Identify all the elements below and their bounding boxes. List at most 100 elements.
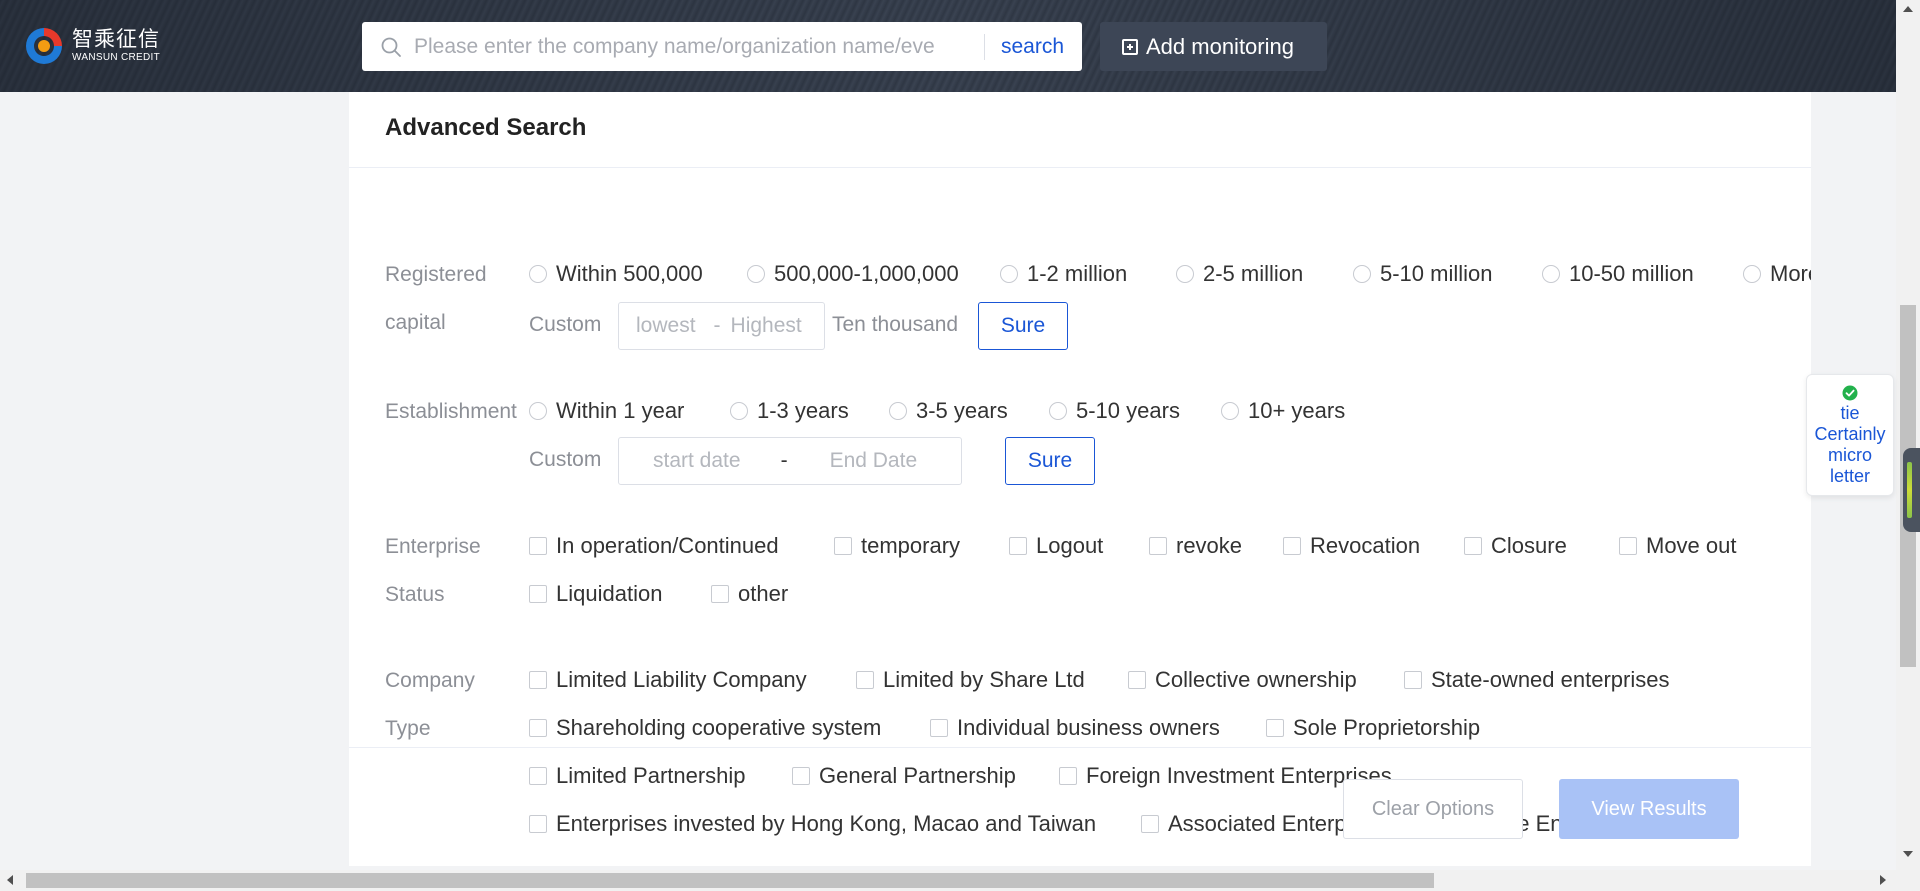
status-option-move-out[interactable]: Move out xyxy=(1619,533,1737,559)
status-option-logout[interactable]: Logout xyxy=(1009,533,1103,559)
establishment-label: Establishment xyxy=(385,400,517,423)
date-range-picker[interactable]: start date - End Date xyxy=(618,437,962,485)
capital-option-500k-1m[interactable]: 500,000-1,000,000 xyxy=(747,261,959,287)
scroll-down-arrow-icon[interactable] xyxy=(1903,851,1913,857)
type-option-llc[interactable]: Limited Liability Company xyxy=(529,667,807,693)
start-date-input[interactable]: start date xyxy=(653,449,741,473)
type-option-collective[interactable]: Collective ownership xyxy=(1128,667,1357,693)
checkbox[interactable] xyxy=(1059,767,1077,785)
establishment-option-within-1y[interactable]: Within 1 year xyxy=(529,398,684,424)
checkbox[interactable] xyxy=(529,767,547,785)
status-option-other[interactable]: other xyxy=(711,581,788,607)
filter-content[interactable]: Registered capital Within 500,000 500,00… xyxy=(349,168,1811,838)
scroll-right-arrow-icon[interactable] xyxy=(1880,875,1886,885)
checkbox[interactable] xyxy=(1266,719,1284,737)
type-option-hk-macao-taiwan[interactable]: Enterprises invested by Hong Kong, Macao… xyxy=(529,811,1096,837)
radio-circle[interactable] xyxy=(1353,265,1371,283)
radio-circle[interactable] xyxy=(1221,402,1239,420)
radio-circle[interactable] xyxy=(529,402,547,420)
radio-circle[interactable] xyxy=(747,265,765,283)
checkbox[interactable] xyxy=(1464,537,1482,555)
checkbox[interactable] xyxy=(1283,537,1301,555)
establishment-sure-button[interactable]: Sure xyxy=(1005,437,1095,485)
checkbox[interactable] xyxy=(1128,671,1146,689)
checkbox[interactable] xyxy=(529,537,547,555)
checkbox[interactable] xyxy=(856,671,874,689)
capital-option-10-50m[interactable]: 10-50 million xyxy=(1542,261,1694,287)
company-type-label-2: Type xyxy=(385,717,431,740)
type-option-shareholding-coop[interactable]: Shareholding cooperative system xyxy=(529,715,881,741)
checkbox[interactable] xyxy=(529,585,547,603)
type-option-sole-proprietorship[interactable]: Sole Proprietorship xyxy=(1266,715,1480,741)
capital-lowest-input[interactable]: lowest xyxy=(636,314,696,338)
radio-circle[interactable] xyxy=(1743,265,1761,283)
checkbox[interactable] xyxy=(1619,537,1637,555)
capital-highest-input[interactable]: Highest xyxy=(731,314,802,338)
checkbox[interactable] xyxy=(1404,671,1422,689)
end-date-input[interactable]: End Date xyxy=(830,449,918,473)
type-option-limited-partnership[interactable]: Limited Partnership xyxy=(529,763,746,789)
capital-option-1-2m[interactable]: 1-2 million xyxy=(1000,261,1127,287)
logo[interactable]: 智乘征信 WANSUN CREDIT xyxy=(22,24,160,68)
establishment-option-10plus-y[interactable]: 10+ years xyxy=(1221,398,1345,424)
checkbox[interactable] xyxy=(1149,537,1167,555)
radio-circle[interactable] xyxy=(889,402,907,420)
capital-range-dash: - xyxy=(713,314,721,337)
status-option-liquidation[interactable]: Liquidation xyxy=(529,581,662,607)
type-option-limited-by-share[interactable]: Limited by Share Ltd xyxy=(856,667,1085,693)
side-drawer-handle[interactable] xyxy=(1903,448,1920,532)
horizontal-scrollbar[interactable] xyxy=(0,870,1920,891)
checkbox[interactable] xyxy=(529,719,547,737)
logo-name-en: WANSUN CREDIT xyxy=(72,52,160,63)
type-option-state-owned[interactable]: State-owned enterprises xyxy=(1404,667,1669,693)
scroll-up-arrow-icon[interactable] xyxy=(1903,6,1913,12)
status-option-closure[interactable]: Closure xyxy=(1464,533,1567,559)
radio-circle[interactable] xyxy=(1176,265,1194,283)
search-button[interactable]: search xyxy=(985,35,1082,59)
status-option-in-operation[interactable]: In operation/Continued xyxy=(529,533,779,559)
capital-range-input[interactable]: lowest - Highest xyxy=(618,302,825,350)
radio-circle[interactable] xyxy=(529,265,547,283)
type-option-foreign-investment[interactable]: Foreign Investment Enterprises xyxy=(1059,763,1392,789)
capital-unit-label: Ten thousand xyxy=(832,313,959,336)
checkbox[interactable] xyxy=(529,671,547,689)
establishment-option-1-3y[interactable]: 1-3 years xyxy=(730,398,849,424)
capital-option-within-500k[interactable]: Within 500,000 xyxy=(529,261,703,287)
view-results-button[interactable]: View Results xyxy=(1559,779,1739,839)
scroll-left-arrow-icon[interactable] xyxy=(7,875,13,885)
checkbox[interactable] xyxy=(1141,815,1159,833)
radio-circle[interactable] xyxy=(1049,402,1067,420)
checkbox[interactable] xyxy=(834,537,852,555)
enterprise-status-label-1: Enterprise xyxy=(385,535,481,558)
checkbox[interactable] xyxy=(1009,537,1027,555)
establishment-option-3-5y[interactable]: 3-5 years xyxy=(889,398,1008,424)
capital-sure-button[interactable]: Sure xyxy=(978,302,1068,350)
type-option-general-partnership[interactable]: General Partnership xyxy=(792,763,1016,789)
status-option-revoke[interactable]: revoke xyxy=(1149,533,1242,559)
widget-text-3: micro xyxy=(1828,445,1872,465)
capital-option-5-10m[interactable]: 5-10 million xyxy=(1353,261,1493,287)
radio-circle[interactable] xyxy=(1000,265,1018,283)
wechat-tie-widget[interactable]: tie Certainly micro letter xyxy=(1806,374,1894,496)
add-monitoring-button[interactable]: Add monitoring xyxy=(1100,22,1327,71)
radio-circle[interactable] xyxy=(730,402,748,420)
vertical-scrollbar[interactable] xyxy=(1896,0,1920,870)
search-input[interactable] xyxy=(412,33,984,60)
checkbox[interactable] xyxy=(930,719,948,737)
checkbox[interactable] xyxy=(792,767,810,785)
radio-circle[interactable] xyxy=(1542,265,1560,283)
horizontal-scroll-thumb[interactable] xyxy=(26,873,1434,888)
establishment-option-5-10y[interactable]: 5-10 years xyxy=(1049,398,1180,424)
status-option-temporary[interactable]: temporary xyxy=(834,533,960,559)
footer-divider xyxy=(349,747,1811,748)
check-circle-icon xyxy=(1842,385,1858,401)
checkbox[interactable] xyxy=(529,815,547,833)
status-option-revocation[interactable]: Revocation xyxy=(1283,533,1420,559)
type-option-individual-business[interactable]: Individual business owners xyxy=(930,715,1220,741)
clear-options-button[interactable]: Clear Options xyxy=(1343,779,1523,839)
capital-option-2-5m[interactable]: 2-5 million xyxy=(1176,261,1303,287)
checkbox[interactable] xyxy=(711,585,729,603)
capital-option-more-than-50m[interactable]: More than 50 xyxy=(1743,261,1811,287)
wansun-logo-icon xyxy=(26,28,62,64)
establishment-custom-label: Custom xyxy=(529,448,602,471)
